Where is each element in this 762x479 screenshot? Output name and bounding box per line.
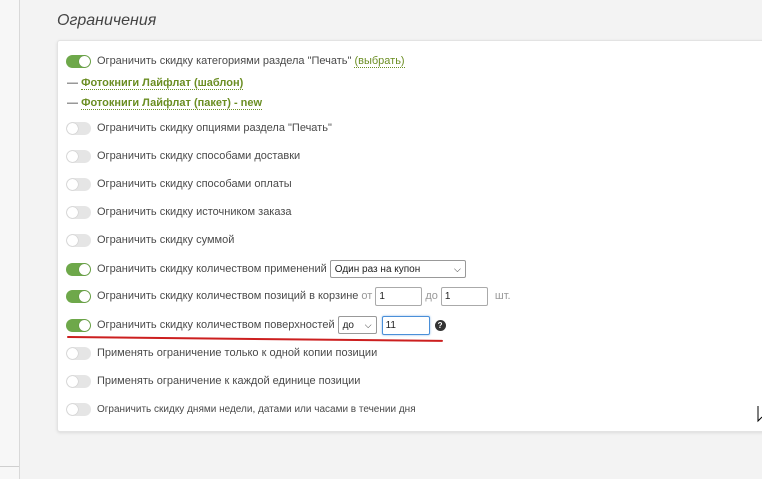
- payment-toggle[interactable]: [66, 177, 91, 191]
- surfaces-toggle[interactable]: [66, 318, 91, 332]
- category-link[interactable]: Фотокниги Лайфлат (шаблон): [81, 77, 244, 90]
- schedule-label: Ограничить скидку днями недели, датами и…: [97, 403, 416, 415]
- surfaces-value-input[interactable]: 11: [381, 315, 430, 335]
- cart-positions-to-input[interactable]: 1: [440, 286, 488, 306]
- pick-categories-link[interactable]: (выбрать): [354, 55, 405, 68]
- selected-category-item: — Фотокниги Лайфлат (пакет) - new: [67, 97, 263, 110]
- print-categories-label: Ограничить скидку категориями раздела "П…: [97, 55, 352, 67]
- row-surfaces: Ограничить скидку количеством поверхност…: [66, 315, 446, 335]
- row-payment: Ограничить скидку способами оплаты: [66, 174, 292, 194]
- row-order-source: Ограничить скидку источником заказа: [66, 202, 292, 222]
- each-unit-toggle[interactable]: [66, 374, 91, 388]
- amount-toggle[interactable]: [66, 233, 91, 247]
- row-each-unit: Применять ограничение к каждой единице п…: [66, 371, 360, 391]
- row-delivery: Ограничить скидку способами доставки: [66, 146, 300, 166]
- mouse-cursor-icon: [757, 406, 762, 423]
- usage-count-label: Ограничить скидку количеством применений: [97, 263, 327, 275]
- category-link[interactable]: Фотокниги Лайфлат (пакет) - new: [81, 97, 263, 110]
- row-usage-count: Ограничить скидку количеством применений…: [66, 259, 466, 279]
- selected-category-item: — Фотокниги Лайфлат (шаблон): [67, 77, 244, 90]
- surfaces-select[interactable]: до ⌵: [337, 316, 377, 334]
- surfaces-label: Ограничить скидку количеством поверхност…: [97, 319, 335, 331]
- order-source-label: Ограничить скидку источником заказа: [97, 206, 292, 218]
- left-sidebar-edge: [0, 0, 20, 479]
- unit-label: шт.: [494, 290, 511, 302]
- delivery-label: Ограничить скидку способами доставки: [97, 150, 301, 162]
- category-dash: —: [67, 97, 78, 109]
- cart-positions-from-input[interactable]: 1: [375, 286, 423, 306]
- row-amount: Ограничить скидку суммой: [66, 230, 234, 250]
- question-circle-icon[interactable]: ?: [434, 319, 446, 331]
- one-copy-toggle[interactable]: [66, 346, 91, 360]
- chevron-down-icon: ⌵: [364, 319, 372, 330]
- row-cart-positions: Ограничить скидку количеством позиций в …: [66, 286, 514, 306]
- surfaces-select-value: до: [342, 319, 354, 331]
- schedule-toggle[interactable]: [66, 402, 91, 416]
- row-one-copy: Применять ограничение только к одной коп…: [66, 343, 377, 363]
- to-label: до: [425, 290, 438, 302]
- usage-count-toggle[interactable]: [66, 262, 91, 276]
- amount-label: Ограничить скидку суммой: [97, 234, 235, 246]
- row-print-options: Ограничить скидку опциями раздела "Печат…: [66, 118, 332, 138]
- delivery-toggle[interactable]: [66, 149, 91, 163]
- category-dash: —: [67, 77, 78, 89]
- one-copy-label: Применять ограничение только к одной коп…: [97, 347, 378, 359]
- order-source-toggle[interactable]: [66, 205, 91, 219]
- cart-positions-toggle[interactable]: [66, 289, 91, 303]
- cart-positions-label: Ограничить скидку количеством позиций в …: [97, 290, 359, 302]
- print-options-label: Ограничить скидку опциями раздела "Печат…: [97, 122, 332, 134]
- sidebar-divider: [0, 466, 19, 467]
- from-label: от: [361, 290, 373, 302]
- section-title: Ограничения: [57, 12, 157, 29]
- print-options-toggle[interactable]: [66, 121, 91, 135]
- row-schedule: Ограничить скидку днями недели, датами и…: [66, 399, 416, 419]
- payment-label: Ограничить скидку способами оплаты: [97, 178, 292, 190]
- usage-count-select-value: Один раз на купон: [334, 263, 421, 275]
- usage-count-select[interactable]: Один раз на купон ⌵: [329, 260, 466, 278]
- print-categories-toggle[interactable]: [66, 54, 91, 68]
- each-unit-label: Применять ограничение к каждой единице п…: [97, 375, 361, 387]
- chevron-down-icon: ⌵: [453, 263, 461, 274]
- row-print-categories: Ограничить скидку категориями раздела "П…: [66, 51, 405, 71]
